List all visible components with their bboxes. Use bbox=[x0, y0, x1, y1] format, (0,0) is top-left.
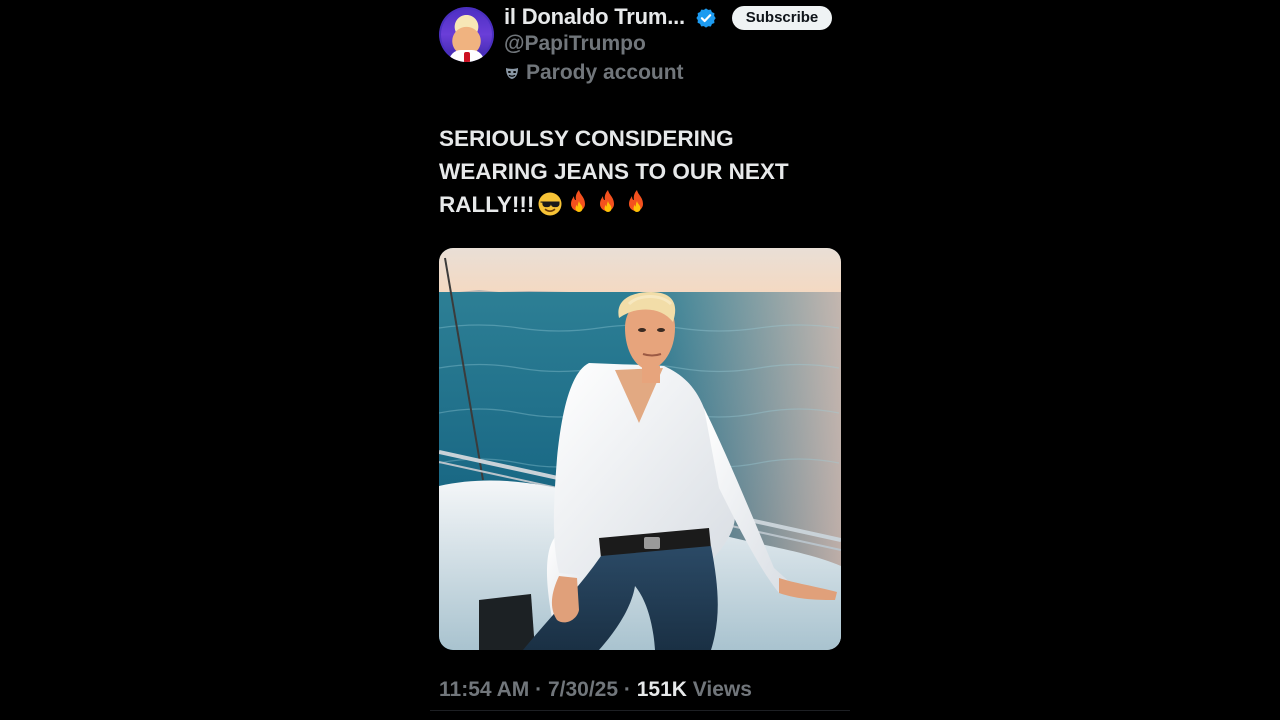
avatar[interactable] bbox=[439, 7, 494, 62]
post-text-line: SERIOULSY CONSIDERING bbox=[439, 126, 734, 151]
post-image[interactable] bbox=[439, 248, 841, 650]
meta-separator: · bbox=[535, 678, 543, 701]
parody-mask-icon bbox=[506, 68, 518, 79]
fire-icon bbox=[571, 190, 586, 212]
fire-icon bbox=[629, 190, 644, 212]
views-label: Views bbox=[692, 678, 752, 701]
post-text-line: WEARING JEANS TO OUR NEXT bbox=[439, 159, 789, 184]
verified-badge-icon bbox=[696, 8, 716, 28]
handle[interactable]: @PapiTrumpo bbox=[504, 32, 646, 56]
views-count: 151K bbox=[636, 678, 687, 701]
smiling-face-with-sunglasses-icon bbox=[538, 192, 562, 216]
photo-yacht bbox=[439, 248, 841, 650]
parody-label: Parody account bbox=[526, 61, 684, 84]
avatar-tie bbox=[464, 52, 470, 62]
meta-separator: · bbox=[623, 678, 631, 701]
post-text-line: RALLY!!! bbox=[439, 192, 535, 217]
post-time[interactable]: 11:54 AM bbox=[439, 678, 529, 701]
post-text-line-last: RALLY!!! bbox=[439, 188, 839, 221]
divider bbox=[430, 710, 850, 711]
post-text: SERIOULSY CONSIDERING WEARING JEANS TO O… bbox=[439, 122, 839, 221]
display-name[interactable]: il Donaldo Trum... bbox=[504, 4, 685, 30]
post-meta: 11:54 AM · 7/30/25 · 151K Views bbox=[439, 678, 752, 702]
subscribe-button[interactable]: Subscribe bbox=[732, 6, 832, 30]
fire-icon bbox=[600, 190, 615, 212]
post-date[interactable]: 7/30/25 bbox=[548, 678, 618, 701]
